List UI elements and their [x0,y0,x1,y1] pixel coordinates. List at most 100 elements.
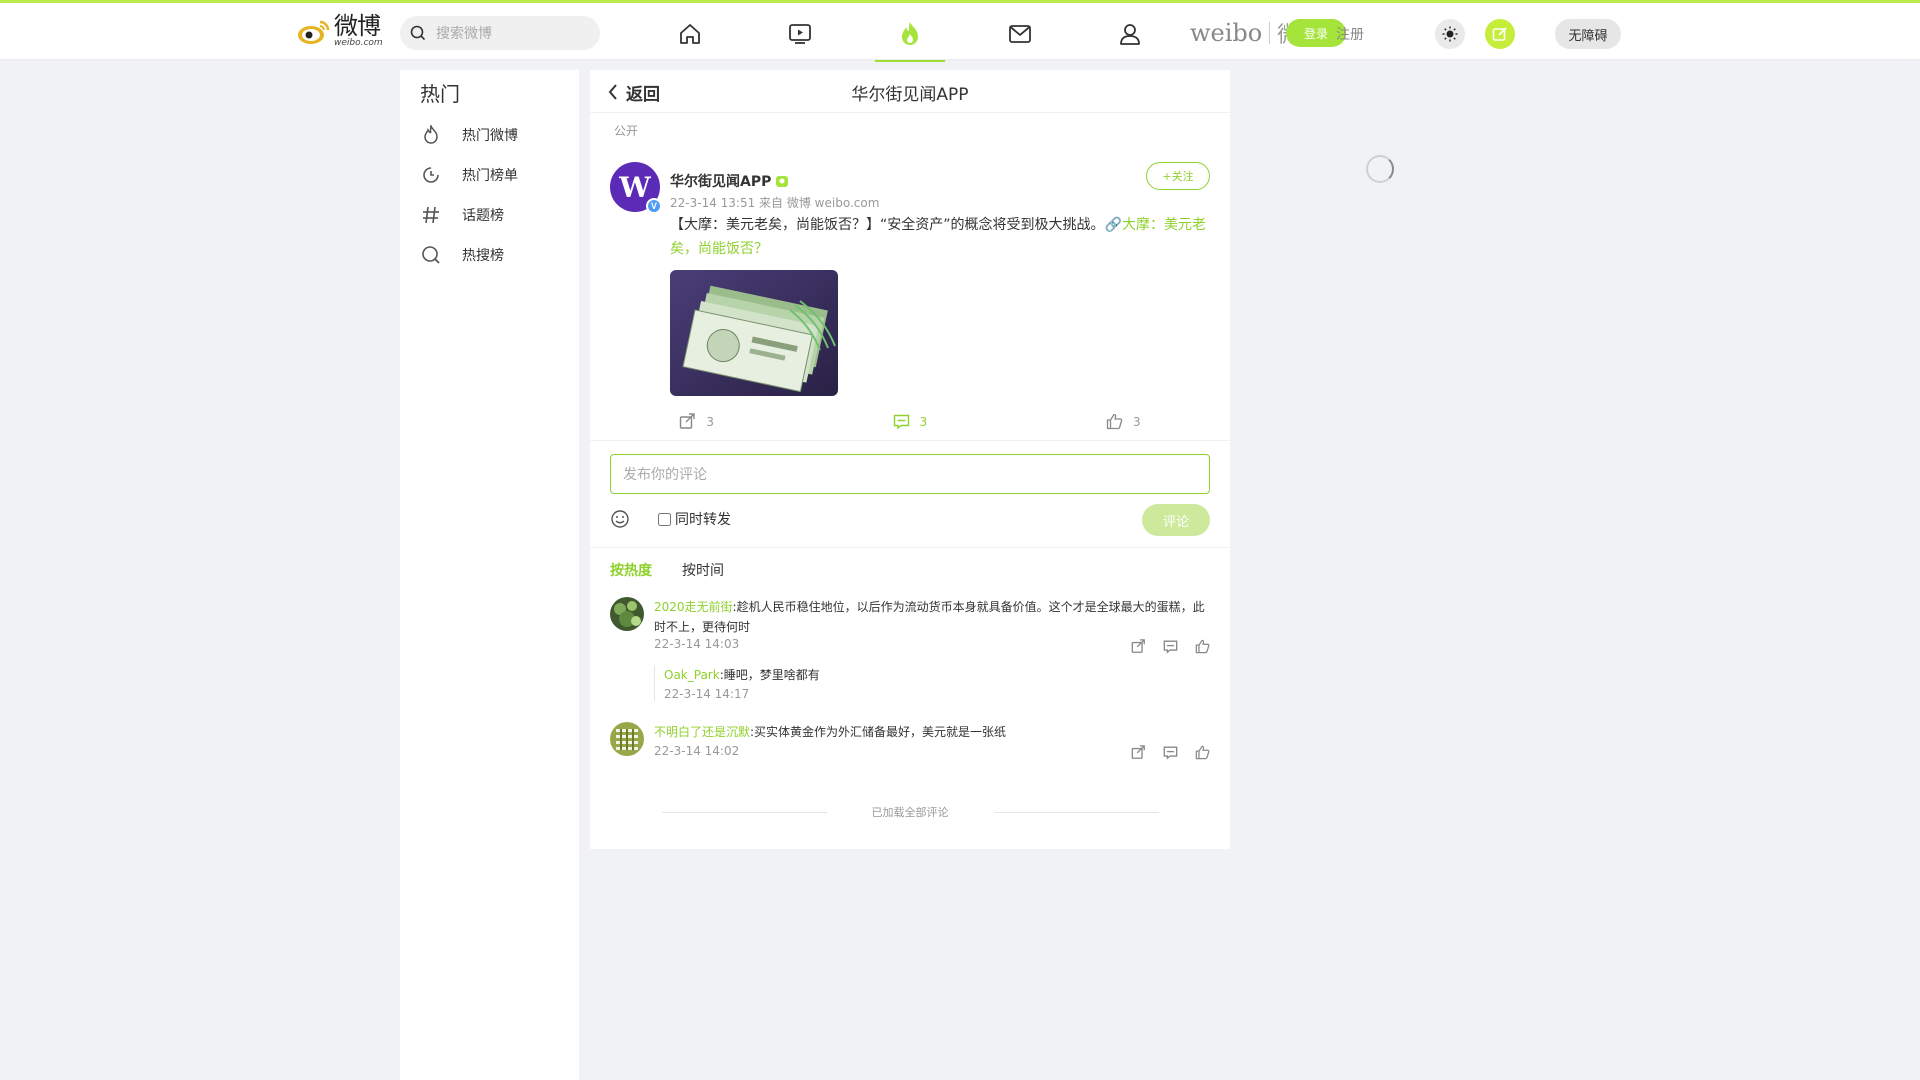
comment-button[interactable]: 3 [803,411,1016,440]
share-icon [1131,638,1145,653]
search-rank-icon [420,244,442,266]
main-nav [655,6,1205,62]
sidebar-item-hot-rankings[interactable]: 热门榜单 [420,160,570,190]
page-title: 华尔街见闻APP [851,85,969,105]
sidebar-title: 热门 [420,82,460,106]
comment-share-button[interactable] [1130,744,1146,760]
comment-time: 22-3-14 14:03 [654,637,740,651]
comment-content: :趁机人民币稳住地位，以后作为流动货币本身就具备价值。这个才是全球最大的蛋糕，此… [654,600,1205,634]
post-author-name[interactable]: 华尔街见闻APP [670,171,789,191]
member-badge-icon [776,176,789,187]
comment-input-box[interactable] [610,454,1210,494]
edit-icon [1492,27,1507,41]
comment-item: 2020走无前街:趁机人民币稳住地位，以后作为流动货币本身就具备价值。这个才是全… [610,597,1210,717]
sort-by-time-tab[interactable]: 按时间 [682,560,724,580]
like-count: 3 [1133,414,1141,429]
commenter-avatar[interactable] [610,722,644,756]
top-navigation-bar: 微博 weibo.com 搜索微博 weibo 登录 注册 无障碍 [0,0,1920,62]
clock-rank-icon [420,164,442,186]
nav-messages[interactable] [985,6,1055,62]
comment-reply-button[interactable] [1162,638,1178,654]
share-icon [680,413,696,429]
repost-count: 3 [706,414,714,429]
theme-toggle-button[interactable] [1435,19,1465,49]
flame-icon [420,124,442,146]
mail-icon [1009,25,1031,43]
video-icon [789,24,811,44]
weibo-logo[interactable]: 微博 weibo.com [296,13,388,49]
comment-text: 不明白了还是沉默:买实体黄金作为外汇储备最好，美元就是一张纸 [654,722,1210,742]
compose-button[interactable] [1485,19,1515,49]
comment-share-button[interactable] [1130,638,1146,654]
commenter-name[interactable]: 不明白了还是沉默 [654,725,750,739]
comment-icon [893,414,909,430]
reply-user-name[interactable]: Oak_Park [664,668,720,682]
avatar-letter: W [619,170,651,204]
weibo-wordmark-en: weibo [1190,19,1263,47]
also-repost-checkbox[interactable]: 同时转发 [658,509,731,529]
nav-video[interactable] [765,6,835,62]
comment-actions [1114,638,1210,654]
search-input[interactable] [434,24,584,42]
weibo-eye-icon [298,20,330,44]
logo-text-en: weibo.com [334,38,383,48]
sort-by-hot-tab[interactable]: 按热度 [610,560,652,580]
also-repost-label: 同时转发 [675,512,731,528]
comment-like-button[interactable] [1194,744,1210,760]
reply-time: 22-3-14 14:17 [664,687,750,701]
submit-comment-button[interactable]: 评论 [1142,504,1210,536]
comment-input[interactable] [621,465,1201,483]
comment-reply-button[interactable] [1162,744,1178,760]
sidebar-item-hot-search[interactable]: 热搜榜 [420,240,570,270]
also-repost-check[interactable] [658,512,671,526]
comment-actions [1114,744,1210,760]
emoji-icon[interactable] [610,509,630,529]
nav-home[interactable] [655,6,725,62]
thumbs-up-icon [1106,413,1123,430]
comment-content: :买实体黄金作为外汇储备最好，美元就是一张纸 [750,725,1007,739]
all-loaded-text: 已加载全部评论 [871,806,949,819]
post-action-bar: 3 3 3 [590,411,1230,441]
post-image-dollar-bills[interactable] [670,270,838,396]
repost-button[interactable]: 3 [590,411,803,440]
hashtag-icon [420,204,442,226]
left-sidebar: 热门 热门微博 热门榜单 话题榜 热搜榜 [400,70,579,1080]
thumbs-up-icon [1195,745,1209,759]
register-link[interactable]: 注册 [1336,24,1364,44]
commenter-avatar[interactable] [610,597,644,631]
logo-text-cn: 微博 [334,12,381,40]
nav-profile[interactable] [1095,6,1165,62]
post-author-avatar[interactable]: W V [610,162,662,214]
thumbs-up-icon [1195,639,1209,653]
divider [661,811,827,813]
sidebar-item-hot-weibo[interactable]: 热门微博 [420,120,570,150]
search-icon [410,25,426,41]
post-body-text: 【大摩：美元老矣，尚能饭否？】“安全资产”的概念将受到极大挑战。 [670,217,1105,233]
comment-icon [1163,640,1177,654]
accessibility-button[interactable]: 无障碍 [1555,19,1621,49]
sidebar-item-label: 话题榜 [462,208,504,224]
author-name-text: 华尔街见闻APP [670,174,772,190]
divider [993,811,1159,813]
sidebar-item-label: 热搜榜 [462,248,504,264]
reply-content: :睡吧，梦里啥都有 [719,668,820,682]
reply-text: Oak_Park:睡吧，梦里啥都有 [664,665,1210,685]
commenter-name[interactable]: 2020走无前街 [654,600,733,614]
flame-icon [902,22,918,45]
sun-icon [1442,26,1458,42]
follow-button[interactable]: +关注 [1146,162,1210,190]
comment-count: 3 [919,414,928,429]
comment-like-button[interactable] [1194,638,1210,654]
sidebar-item-topics[interactable]: 话题榜 [420,200,570,230]
search-box[interactable] [400,16,600,50]
detail-header: 返回 华尔街见闻APP [590,70,1230,113]
nav-hot[interactable] [875,6,945,62]
like-button[interactable]: 3 [1017,411,1230,440]
comment-item: 不明白了还是沉默:买实体黄金作为外汇储备最好，美元就是一张纸 22-3-14 1… [610,722,1210,772]
home-icon [680,24,700,44]
post-detail-card: 返回 华尔街见闻APP 公开 W V 华尔街见闻APP 22-3-14 13:5… [590,70,1230,849]
visibility-label: 公开 [614,124,639,138]
comment-sort-tabs: 按热度 按时间 [610,560,754,580]
post-meta: 22-3-14 13:51 来自 微博 weibo.com [670,196,880,210]
post-text: 【大摩：美元老矣，尚能饭否？】“安全资产”的概念将受到极大挑战。🔗大摩：美元老矣… [670,213,1210,261]
